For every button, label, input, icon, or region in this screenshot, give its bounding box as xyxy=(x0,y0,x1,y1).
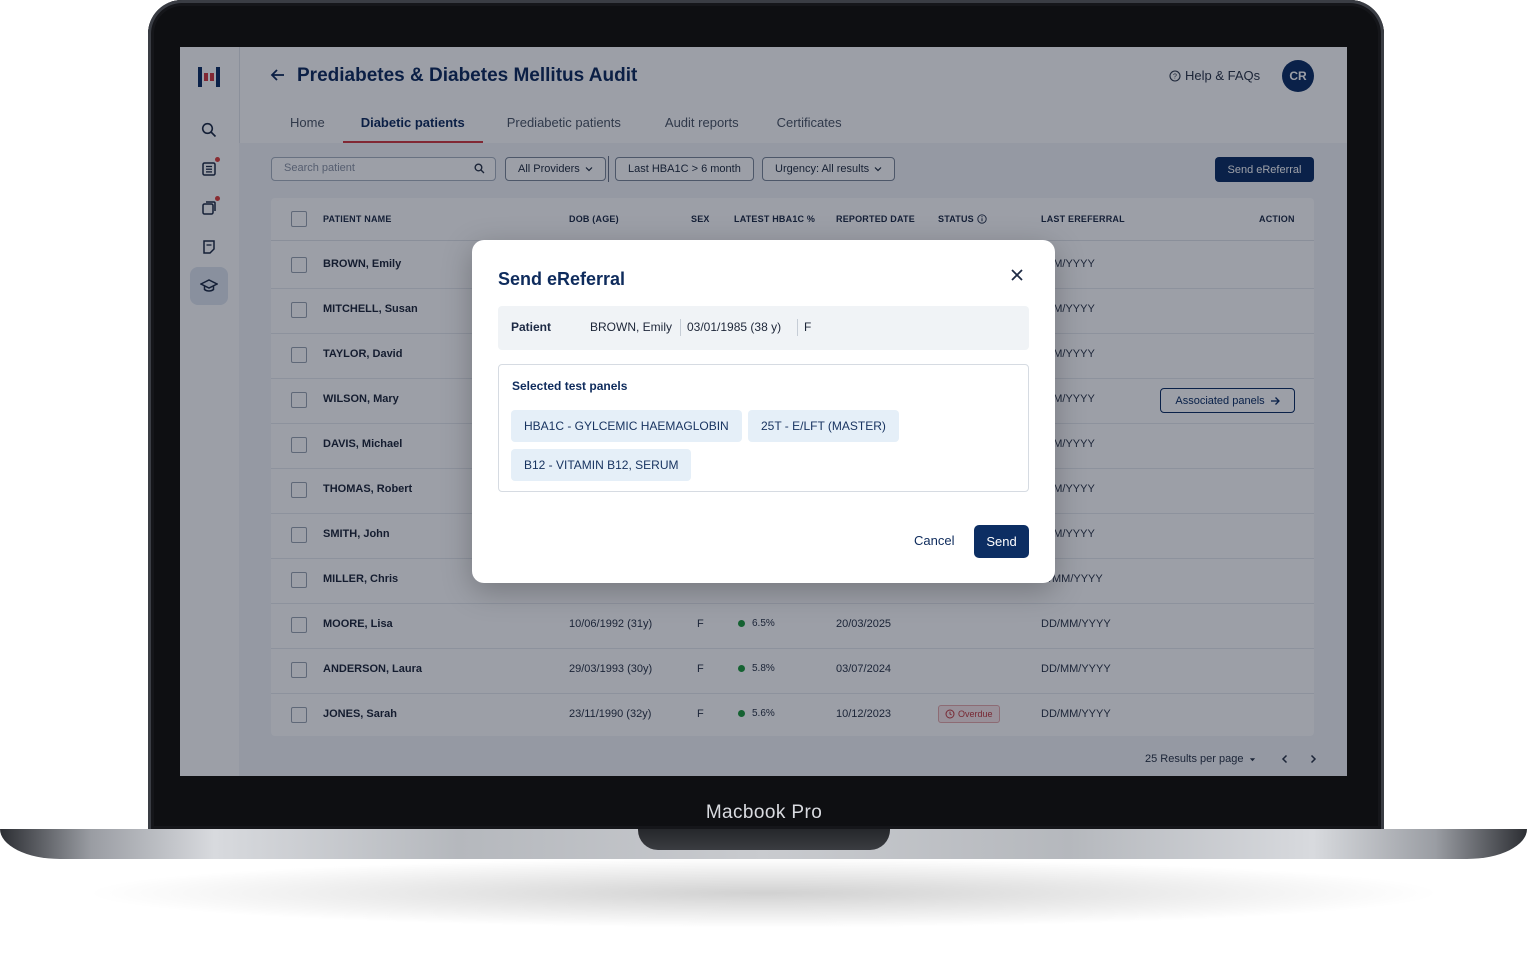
test-panel-pill[interactable]: B12 - VITAMIN B12, SERUM xyxy=(511,449,692,481)
patient-dob: 03/01/1985 (38 y) xyxy=(687,320,782,334)
patient-label: Patient xyxy=(511,320,552,334)
patient-summary: Patient BROWN, Emily 03/01/1985 (38 y) F xyxy=(498,306,1029,350)
modal-title: Send eReferral xyxy=(498,269,626,289)
laptop-brand-label: Macbook Pro xyxy=(705,802,823,823)
close-icon[interactable] xyxy=(1010,268,1024,287)
patient-sex: F xyxy=(804,320,812,334)
test-panel-pill[interactable]: HBA1C - GYLCEMIC HAEMAGLOBIN xyxy=(511,410,742,442)
cancel-button[interactable]: Cancel xyxy=(914,533,954,548)
divider xyxy=(680,319,681,336)
send-button[interactable]: Send xyxy=(974,525,1029,558)
selected-test-panels: Selected test panels HBA1C - GYLCEMIC HA… xyxy=(498,364,1029,492)
patient-name: BROWN, Emily xyxy=(590,320,672,334)
test-panel-pill[interactable]: 25T - E/LFT (MASTER) xyxy=(748,410,899,442)
send-ereferral-modal: Send eReferral Patient BROWN, Emily 03/0… xyxy=(472,240,1055,583)
panels-label: Selected test panels xyxy=(512,379,628,393)
divider xyxy=(797,319,798,336)
laptop-notch xyxy=(638,829,890,850)
laptop-shadow xyxy=(80,858,1447,928)
